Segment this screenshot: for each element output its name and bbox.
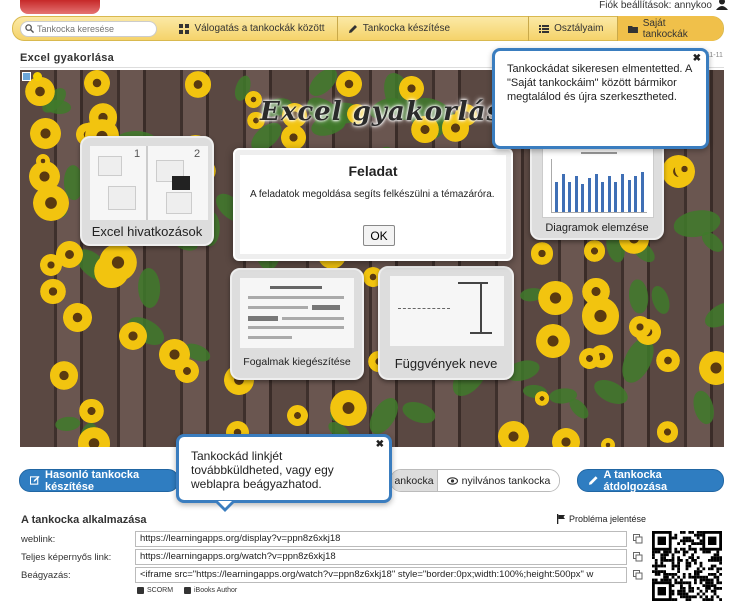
book-icon [184,587,191,594]
app-logo[interactable] [20,0,100,14]
ok-button[interactable]: OK [363,225,395,246]
tile-label: Excel hivatkozások [91,224,203,239]
link-tooltip: ✖ Tankockád linkjét továbbküldheted, vag… [176,434,392,512]
nav-create-label: Tankocka készítése [362,23,451,34]
image-icon[interactable] [22,72,31,81]
private-option-label: ankocka [394,474,434,487]
copy-icon[interactable] [633,570,643,580]
nav-classes-label: Osztályaim [554,23,604,34]
report-problem-label: Probléma jelentése [569,514,647,524]
fullscreen-link-field[interactable]: https://learningapps.org/watch?v=ppn8z6x… [135,549,627,565]
public-option-label: nyilvános tankocka [461,474,551,487]
saved-tooltip-text: Tankockádat sikeresen elmentetted. A "Sa… [507,63,692,103]
visibility-toggle[interactable]: ankocka nyilvános tankocka [390,469,560,492]
nav-my-apps[interactable]: Saját tankockák [616,16,723,41]
folder-icon [627,25,638,33]
task-dialog: Feladat A feladatok megoldása segíts fel… [233,148,513,261]
tooltip-pointer-inner [218,501,232,508]
bulb-icon[interactable] [33,72,42,81]
tile-excel-references[interactable]: 1 2 Excel hivatkozások [80,136,214,246]
nav-create[interactable]: Tankocka készítése [336,16,528,41]
rework-button[interactable]: A tankocka átdolgozása [577,468,724,493]
qr-code[interactable] [652,531,722,601]
tile-label: Függvények neve [394,356,498,371]
tile-number-1: 1 [134,148,141,160]
pencil-icon [348,24,357,33]
account-settings-link[interactable]: Fiók beállítások: annykoo [599,0,712,11]
nav-browse[interactable]: Válogatás a tankockák között [169,16,336,41]
link-tooltip-text: Tankockád linkjét továbbküldheted, vagy … [191,449,334,491]
ibooks-label: iBooks Author [194,587,238,594]
search-box[interactable] [20,20,158,37]
tile-thumbnail [240,278,354,348]
user-icon[interactable] [716,0,728,10]
edit-icon [30,475,40,485]
fullscreen-link-label: Teljes képernyős link: [21,552,112,563]
page-title: Excel gyakorlása [20,52,115,64]
close-icon[interactable]: ✖ [376,438,384,452]
stage-title: Excel gyakorlása [260,97,521,127]
tile-diagrams[interactable]: Diagramok elemzése [530,136,664,240]
tile-thumbnail: 1 2 [90,146,208,220]
search-icon [25,24,34,33]
saved-tooltip: ✖ Tankockádat sikeresen elmentetted. A "… [492,48,709,149]
flag-icon [557,514,565,524]
stage-toolbar [22,72,42,81]
close-icon[interactable]: ✖ [693,52,701,66]
tile-thumbnail [542,148,654,218]
nav-classes[interactable]: Osztályaim [528,16,617,41]
main-navbar: Válogatás a tankockák között Tankocka ké… [12,16,724,41]
list-icon [539,24,550,33]
tile-number-2: 2 [194,148,201,160]
embed-label: Beágyazás: [21,570,71,581]
grid-icon [179,23,190,34]
private-option[interactable]: ankocka [391,470,437,491]
rework-label: A tankocka átdolgozása [603,468,668,493]
copy-icon[interactable] [633,552,643,562]
dialog-title: Feladat [348,163,398,179]
usage-title: A tankocka alkalmazása [21,514,147,526]
search-input[interactable] [37,23,155,34]
tile-concepts[interactable]: Fogalmak kiegészítése [230,268,364,380]
scorm-link[interactable]: SCORM [137,587,173,594]
dialog-body: Feladat A feladatok megoldása segíts fel… [240,155,506,254]
tile-functions[interactable]: Függvények neve [378,266,514,380]
copy-icon[interactable] [633,534,643,544]
pencil-icon [588,476,598,485]
dialog-text: A feladatok megoldása segíts felkészülni… [250,189,495,200]
tile-label: Fogalmak kiegészítése [243,356,351,368]
public-option[interactable]: nyilvános tankocka [437,470,559,491]
create-similar-button[interactable]: Hasonló tankocka készítése [19,468,179,493]
weblink-field[interactable]: https://learningapps.org/display?v=ppn8z… [135,531,627,547]
weblink-label: weblink: [21,534,56,545]
report-problem-link[interactable]: Probléma jelentése [556,514,646,524]
tile-thumbnail [390,276,504,346]
create-similar-label: Hasonló tankocka készítése [45,468,140,493]
nav-browse-label: Válogatás a tankockák között [194,23,325,34]
tile-label: Diagramok elemzése [545,222,649,234]
eye-icon [446,476,458,485]
embed-field[interactable]: <iframe src="https://learningapps.org/wa… [135,567,627,583]
nav-my-apps-label: Saját tankockák [642,17,688,40]
scorm-label: SCORM [147,587,174,594]
package-icon [137,587,144,594]
ibooks-link[interactable]: iBooks Author [184,587,237,594]
